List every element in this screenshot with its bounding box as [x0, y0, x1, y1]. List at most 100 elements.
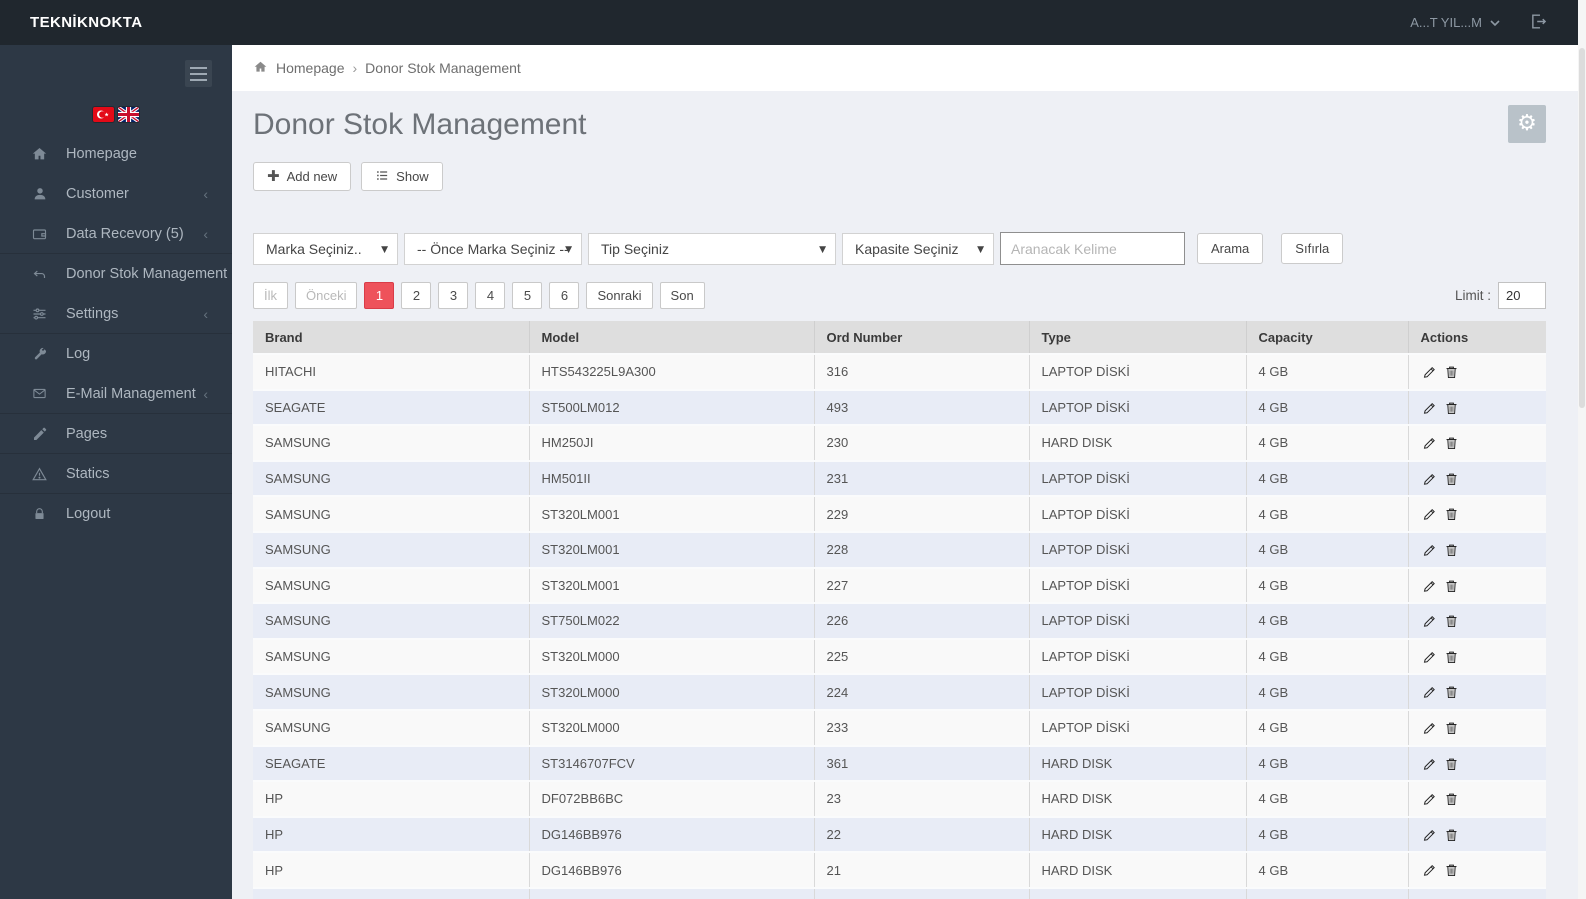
edit-icon[interactable]: [1421, 400, 1438, 416]
page-scrollbar[interactable]: [1578, 0, 1586, 899]
hamburger-icon: [190, 66, 207, 81]
table-row: HP DF072BB6BC 23 HARD DISK 4 GB: [253, 780, 1546, 817]
show-button[interactable]: Show: [361, 162, 443, 191]
table-row: SAMSUNG HM501II 231 LAPTOP DİSKİ 4 GB: [253, 459, 1546, 497]
delete-icon[interactable]: [1444, 364, 1459, 380]
add-new-button[interactable]: ✚ Add new: [253, 162, 352, 191]
edit-icon[interactable]: [1421, 756, 1438, 772]
limit-input[interactable]: [1498, 282, 1546, 309]
pagination-first-button[interactable]: İlk: [253, 282, 288, 309]
sidebar-menu: Homepage Customer ‹ Data Recevory (5) ‹ Donor…: [0, 134, 232, 534]
delete-icon[interactable]: [1444, 756, 1459, 772]
delete-icon[interactable]: [1444, 791, 1459, 807]
pagination-page-button-3[interactable]: 3: [438, 282, 469, 309]
pagination-page-button-2[interactable]: 2: [401, 282, 432, 309]
sidebar-item-donor-stok-management[interactable]: Donor Stok Management: [0, 254, 232, 294]
capacity-select[interactable]: Kapasite Seçiniz ▼: [842, 232, 994, 265]
delete-icon[interactable]: [1444, 720, 1459, 736]
brand-select[interactable]: Marka Seçiniz.. ▼: [253, 232, 398, 265]
edit-icon[interactable]: [1421, 613, 1438, 629]
sidebar-toggle-button[interactable]: [185, 60, 212, 87]
pagination-next-button[interactable]: Sonraki: [586, 282, 653, 309]
sidebar-item-statics[interactable]: Statics: [0, 454, 232, 494]
breadcrumb-home-link[interactable]: Homepage: [276, 60, 345, 76]
user-menu[interactable]: A...T YIL...M: [1410, 15, 1500, 30]
logout-button[interactable]: [1528, 12, 1548, 34]
sidebar-item-log[interactable]: Log: [0, 334, 232, 374]
type-select-value: Tip Seçiniz: [601, 240, 669, 257]
sidebar-item-label: Settings: [66, 305, 119, 322]
delete-icon[interactable]: [1444, 471, 1459, 487]
cell-brand: SAMSUNG: [253, 673, 530, 710]
pagination-page-button-4[interactable]: 4: [475, 282, 506, 309]
pagination-prev-button[interactable]: Önceki: [295, 282, 358, 309]
type-select[interactable]: Tip Seçiniz ▼: [588, 232, 836, 265]
scrollbar-thumb[interactable]: [1579, 48, 1585, 408]
cell-actions: [1408, 673, 1546, 710]
cell-model: ST750LM022: [529, 602, 815, 639]
edit-icon[interactable]: [1421, 862, 1438, 878]
cell-type: LAPTOP DİSKİ: [1029, 708, 1247, 746]
wrench-icon: [30, 346, 49, 362]
chevron-down-icon: [1490, 15, 1500, 30]
edit-icon[interactable]: [1421, 435, 1438, 451]
cell-brand: SAMSUNG: [253, 424, 530, 461]
sidebar-item-customer[interactable]: Customer ‹: [0, 174, 232, 214]
pagination-page-button-1[interactable]: 1: [364, 282, 395, 309]
cell-model: ST320LM000: [529, 708, 815, 746]
delete-icon[interactable]: [1444, 649, 1459, 665]
delete-icon[interactable]: [1444, 435, 1459, 451]
english-flag-icon[interactable]: [118, 107, 139, 122]
edit-icon[interactable]: [1421, 720, 1438, 736]
delete-icon[interactable]: [1444, 542, 1459, 558]
delete-icon[interactable]: [1444, 862, 1459, 878]
edit-icon[interactable]: [1421, 471, 1438, 487]
pagination-page-button-6[interactable]: 6: [549, 282, 580, 309]
turkish-flag-icon[interactable]: [93, 107, 114, 122]
sidebar-item-label: Customer: [66, 186, 129, 202]
pagination-last-button[interactable]: Son: [659, 282, 705, 309]
edit-icon[interactable]: [1421, 506, 1438, 522]
sidebar-item-homepage[interactable]: Homepage: [0, 134, 232, 174]
settings-gear-button[interactable]: ⚙: [1508, 105, 1546, 143]
chevron-left-icon: ‹: [203, 225, 208, 242]
warning-icon: [30, 466, 49, 482]
cell-actions: [1408, 566, 1546, 604]
edit-icon[interactable]: [1421, 364, 1438, 380]
edit-icon[interactable]: [1421, 827, 1438, 843]
search-input[interactable]: [1000, 232, 1185, 265]
cell-actions: [1408, 637, 1546, 675]
sidebar-item-logout[interactable]: Logout: [0, 494, 232, 534]
delete-icon[interactable]: [1444, 400, 1459, 416]
delete-icon[interactable]: [1444, 578, 1459, 594]
cell-capacity: 4 GB: [1246, 495, 1409, 532]
reset-button[interactable]: Sıfırla: [1281, 233, 1344, 264]
sidebar-item-settings[interactable]: Settings ‹: [0, 294, 232, 334]
cell-actions: [1408, 495, 1546, 532]
edit-icon[interactable]: [1421, 684, 1438, 700]
pagination-page-button-5[interactable]: 5: [512, 282, 543, 309]
delete-icon[interactable]: [1444, 506, 1459, 522]
cell-capacity: 4 GB: [1246, 424, 1409, 461]
cell-ord-number: 316: [814, 353, 1030, 390]
delete-icon[interactable]: [1444, 827, 1459, 843]
column-header-type: Type: [1029, 321, 1247, 354]
envelope-icon: [30, 386, 49, 401]
sidebar-item-label: Log: [66, 346, 91, 362]
delete-icon[interactable]: [1444, 684, 1459, 700]
cell-brand: SAMSUNG: [253, 459, 530, 497]
edit-icon[interactable]: [1421, 578, 1438, 594]
sidebar-item-data-recovery[interactable]: Data Recevory (5) ‹: [0, 214, 232, 254]
edit-icon[interactable]: [1421, 791, 1438, 807]
cell-capacity: 4 GB: [1246, 744, 1409, 782]
edit-icon[interactable]: [1421, 542, 1438, 558]
main-content: Homepage › Donor Stok Management Donor S…: [232, 45, 1578, 899]
model-select[interactable]: -- Önce Marka Seçiniz -- ▼: [404, 232, 582, 265]
cell-type: HARD DISK: [1029, 851, 1247, 888]
sidebar-item-pages[interactable]: Pages: [0, 414, 232, 454]
edit-icon[interactable]: [1421, 649, 1438, 665]
delete-icon[interactable]: [1444, 613, 1459, 629]
cell-model: DG146BB976: [529, 851, 815, 888]
sidebar-item-email-management[interactable]: E-Mail Management ‹: [0, 374, 232, 414]
search-button[interactable]: Arama: [1197, 233, 1264, 264]
